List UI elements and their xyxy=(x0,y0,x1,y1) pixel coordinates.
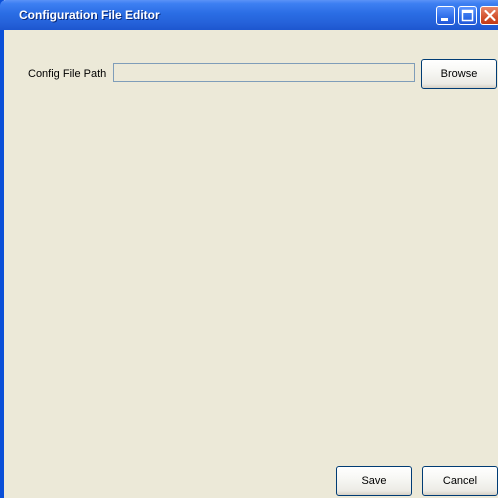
title-bar[interactable]: Configuration File Editor xyxy=(0,0,498,30)
browse-button[interactable]: Browse xyxy=(421,59,497,89)
cancel-button[interactable]: Cancel xyxy=(422,466,498,496)
close-button[interactable] xyxy=(480,6,498,25)
config-file-path-label: Config File Path xyxy=(28,68,107,80)
maximize-icon xyxy=(461,9,474,22)
minimize-button[interactable] xyxy=(436,6,455,25)
config-editor-window: Configuration File Editor Config File Pa… xyxy=(0,0,498,498)
save-button[interactable]: Save xyxy=(336,466,412,496)
minimize-icon xyxy=(441,18,448,21)
config-file-path-input[interactable] xyxy=(113,63,415,82)
close-icon xyxy=(484,9,496,22)
maximize-button[interactable] xyxy=(458,6,477,25)
window-title: Configuration File Editor xyxy=(19,8,160,22)
